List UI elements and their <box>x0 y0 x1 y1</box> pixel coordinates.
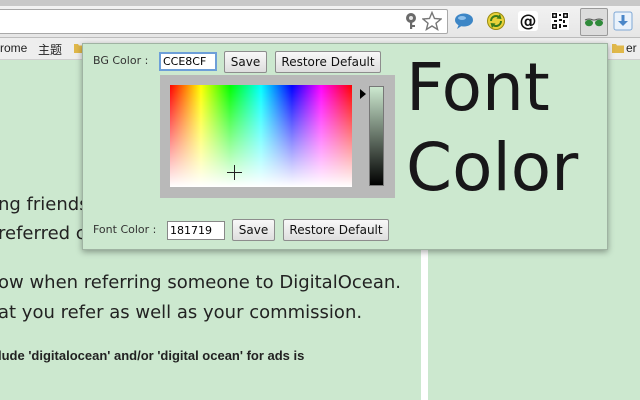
saturation-value-field[interactable] <box>170 85 352 187</box>
bookmark-item-other[interactable]: er b <box>626 41 640 55</box>
preview-line: Font <box>406 49 550 126</box>
bg-save-button[interactable]: Save <box>224 51 267 73</box>
color-picker <box>160 75 395 198</box>
page-text-line: lude 'digitalocean' and/or 'digital ocea… <box>0 348 305 363</box>
bg-restore-default-button[interactable]: Restore Default <box>275 51 381 73</box>
address-bar[interactable] <box>0 9 448 34</box>
value-slider-arrow[interactable] <box>360 89 366 99</box>
refresh-icon[interactable] <box>485 10 507 32</box>
bookmark-item[interactable]: 主题 <box>38 41 62 58</box>
sunglasses-icon[interactable] <box>580 8 608 36</box>
key-icon[interactable] <box>400 10 422 32</box>
at-icon[interactable]: @ <box>517 10 539 32</box>
font-save-button[interactable]: Save <box>232 219 275 241</box>
picker-crosshair[interactable] <box>227 165 242 180</box>
font-color-label: Font Color : <box>93 223 157 236</box>
svg-text:@: @ <box>520 12 537 32</box>
star-icon[interactable] <box>421 10 443 32</box>
font-color-input[interactable] <box>167 221 225 240</box>
download-icon[interactable] <box>612 10 634 32</box>
page-text-line: referred c <box>0 223 86 244</box>
qr-code-icon[interactable] <box>549 10 571 32</box>
page-text-line: at you refer as well as your commission. <box>0 302 363 323</box>
speech-bubble-icon[interactable] <box>453 10 475 32</box>
folder-icon <box>612 42 624 56</box>
value-slider[interactable] <box>369 86 384 186</box>
page-text-line: ng friends <box>0 194 89 215</box>
font-restore-default-button[interactable]: Restore Default <box>283 219 389 241</box>
bg-color-label: BG Color : <box>93 54 149 67</box>
browser-toolbar: @ <box>0 6 640 38</box>
bookmark-item[interactable]: rome <box>0 41 27 55</box>
preview-line: Color <box>406 129 579 206</box>
bg-color-input[interactable] <box>159 52 217 71</box>
page-text-line: ow when referring someone to DigitalOcea… <box>0 272 402 293</box>
font-color-preview: Font Color <box>406 48 606 208</box>
color-settings-popup: BG Color : Save Restore Default Font Col… <box>82 43 608 250</box>
